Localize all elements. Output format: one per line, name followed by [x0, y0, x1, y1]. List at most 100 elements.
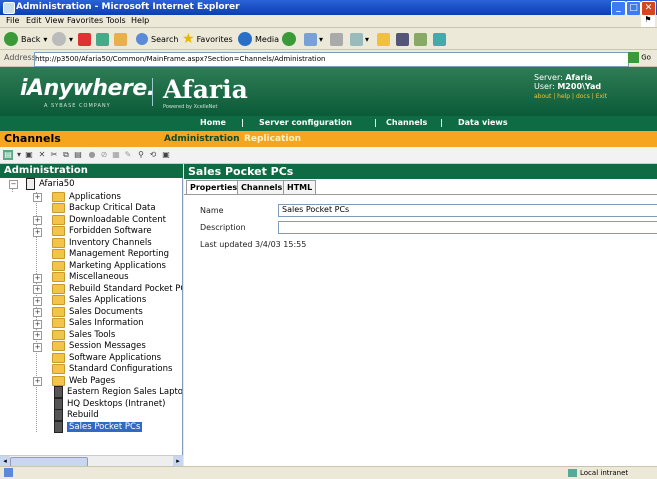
tab-html[interactable]: HTML [283, 180, 317, 194]
scroll-right-icon[interactable]: ▸ [173, 456, 183, 466]
menu-view[interactable]: View [45, 16, 64, 25]
tab-administration[interactable]: Administration [164, 134, 240, 144]
tree-item[interactable]: Management Reporting [52, 249, 169, 260]
tree-item[interactable]: Rebuild [52, 409, 99, 421]
folder-icon [52, 249, 65, 259]
tab-channels[interactable]: Channels [237, 180, 287, 194]
tree-item[interactable]: HQ Desktops (Intranet) [52, 397, 166, 410]
tree-horizontal-scrollbar[interactable]: ◂ ▸ [0, 455, 183, 467]
tree-item[interactable]: Inventory Channels [52, 237, 152, 248]
tree-item-label: Session Messages [69, 341, 146, 351]
tree-item[interactable]: Web Pages [52, 375, 115, 386]
tree-item[interactable]: Backup Critical Data [52, 203, 156, 214]
refresh-list-icon[interactable]: ⟲ [148, 150, 158, 160]
history-button[interactable] [282, 31, 299, 47]
edit-button[interactable]: ▾ [350, 31, 369, 47]
tree-expand-toggle[interactable]: + [33, 216, 42, 225]
description-field[interactable] [278, 221, 657, 234]
paste-icon[interactable]: ▤ [73, 150, 83, 160]
tree-expand-toggle[interactable]: + [33, 227, 42, 237]
menu-edit[interactable]: Edit [26, 16, 42, 25]
header-links[interactable]: about | help | docs | Exit [534, 93, 607, 100]
tree-expand-toggle[interactable]: + [33, 296, 42, 306]
tree-item[interactable]: Applications [52, 191, 121, 202]
messenger-button[interactable] [396, 31, 409, 47]
new-channel-icon[interactable]: ▤ [3, 150, 13, 160]
folder-icon [52, 191, 65, 202]
pencil-icon[interactable]: ✎ [123, 150, 133, 160]
tree-expand-toggle[interactable]: + [33, 273, 42, 283]
stop-button[interactable] [78, 31, 91, 47]
print-button[interactable] [330, 31, 343, 47]
find-icon[interactable]: ⚲ [136, 150, 146, 160]
menu-tools[interactable]: Tools [106, 16, 126, 25]
tree-root[interactable]: Afaria50 [24, 178, 75, 190]
refresh-button[interactable] [96, 31, 109, 47]
tree-item[interactable]: Software Applications [52, 352, 161, 363]
tree-collapse-root[interactable]: − [9, 180, 18, 189]
printer-icon [330, 32, 343, 46]
tree-item[interactable]: Eastern Region Sales Lapto [52, 386, 182, 398]
menu-help[interactable]: Help [131, 16, 149, 25]
address-bar: Address http://p3500/Afaria50/Common/Mai… [0, 50, 657, 67]
tree-item[interactable]: Forbidden Software [52, 226, 152, 237]
tree-item[interactable]: Miscellaneous [52, 272, 129, 283]
tree-expand-toggle[interactable]: + [33, 319, 42, 329]
cut-icon[interactable]: ✂ [49, 150, 59, 160]
maximize-button[interactable]: □ [626, 1, 641, 16]
publish-icon[interactable]: ● [87, 150, 97, 160]
help-icon[interactable]: ▣ [161, 150, 171, 160]
tree-expand-toggle[interactable]: + [33, 308, 42, 317]
media-button[interactable]: Media [238, 31, 279, 47]
go-button[interactable]: Go [628, 52, 657, 65]
favorites-button[interactable]: ★ Favorites [182, 31, 233, 47]
research-button[interactable] [414, 31, 427, 47]
delete-icon[interactable]: ✕ [37, 150, 47, 160]
tree-item[interactable]: Downloadable Content [52, 214, 166, 225]
home-button[interactable] [114, 31, 127, 47]
properties-icon[interactable]: ▣ [24, 150, 34, 160]
tree-expand-toggle[interactable]: + [33, 342, 42, 352]
minimize-button[interactable]: _ [611, 1, 626, 16]
tab-replication[interactable]: Replication [244, 134, 301, 144]
menu-favorites[interactable]: Favorites [67, 16, 103, 25]
browser-toolbar: Back ▾ ▾ Search ★ Favorites Media ▾ ▾ [0, 28, 657, 50]
device-icon [54, 420, 63, 433]
tree-expand-toggle[interactable]: + [33, 285, 42, 294]
menu-file[interactable]: File [6, 16, 19, 25]
tree-item[interactable]: Marketing Applications [52, 260, 166, 271]
tree-item[interactable]: Standard Configurations [52, 364, 172, 375]
tree-item[interactable]: Rebuild Standard Pocket PC [52, 283, 182, 294]
tree-item[interactable]: Sales Pocket PCs [52, 420, 143, 433]
tree-item-label: Downloadable Content [69, 214, 166, 225]
back-button[interactable]: Back ▾ [4, 31, 47, 47]
edit-icon [350, 32, 363, 46]
nav-data-views[interactable]: Data views [458, 118, 508, 127]
tree-item[interactable]: Sales Applications [52, 295, 146, 306]
close-button[interactable]: ✕ [641, 1, 656, 16]
tree-expand-toggle[interactable]: + [33, 193, 42, 202]
tree-expand-toggle[interactable]: + [33, 331, 42, 340]
tree-item[interactable]: Sales Tools [52, 329, 115, 340]
tree-item[interactable]: Sales Information [52, 318, 144, 329]
mail-button[interactable]: ▾ [304, 31, 323, 47]
tab-properties[interactable]: Properties [186, 180, 242, 194]
search-button[interactable]: Search [136, 31, 178, 47]
scroll-left-icon[interactable]: ◂ [0, 456, 10, 466]
tree-item[interactable]: Session Messages [52, 341, 146, 352]
tree-expand-toggle[interactable]: + [33, 377, 42, 386]
assign-icon[interactable]: ▦ [111, 150, 121, 160]
forward-button[interactable]: ▾ [52, 31, 73, 47]
nav-home[interactable]: Home [200, 118, 226, 127]
unpublish-icon[interactable]: ⊘ [99, 150, 109, 160]
nav-server-configuration[interactable]: Server configuration [259, 118, 352, 127]
nav-channels[interactable]: Channels [386, 118, 427, 127]
dropdown-icon[interactable]: ▾ [14, 150, 24, 160]
copy-icon[interactable]: ⧉ [61, 150, 71, 160]
address-input[interactable]: http://p3500/Afaria50/Common/MainFrame.a… [34, 52, 629, 67]
tree-item-label: HQ Desktops (Intranet) [67, 398, 166, 409]
tree-item[interactable]: Sales Documents [52, 306, 143, 317]
discuss-button[interactable] [377, 31, 390, 47]
name-field[interactable]: Sales Pocket PCs [278, 204, 657, 217]
extras-button[interactable] [433, 31, 446, 47]
